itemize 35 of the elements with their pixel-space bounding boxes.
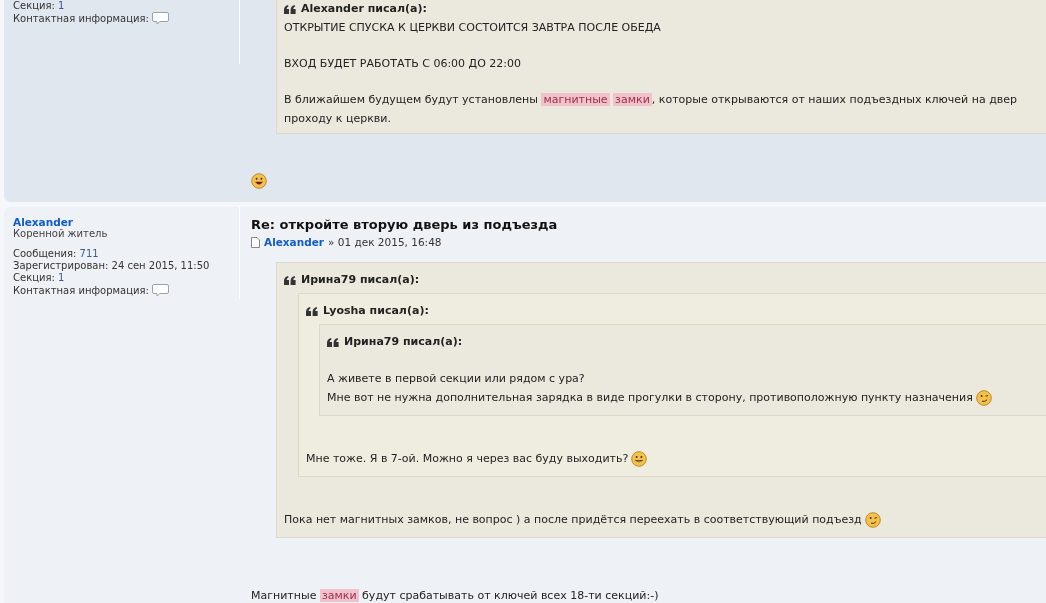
profile-field: Сообщения: 711: [13, 248, 99, 260]
post-paragraph: В ближайшем будущем будут установлены магнитные замки , которые открываются от наших подъездных ключей на двер: [284, 92, 1018, 108]
quote-icon: [284, 4, 296, 14]
smiley-icon: [251, 172, 267, 189]
quote-icon: [306, 306, 318, 316]
post-date: » 01 дек 2015, 16:48: [328, 236, 442, 248]
post-paragraph: ОТКРЫТИЕ СПУСКА К ЦЕРКВИ СОСТОИТСЯ ЗАВТРА ПОСЛЕ ОБЕДА: [284, 20, 661, 36]
post-paragraph: проходу к церкви.: [284, 111, 391, 127]
quote-author: Ирина79 писал(а):: [344, 334, 463, 350]
profile-field-label: Контактная информация:: [13, 284, 149, 297]
post-paragraph: Пока нет магнитных замков, не вопрос ) а после придётся переехать в соответствующий подъезд: [284, 512, 862, 528]
quote-author: Lyosha писал(а):: [323, 303, 429, 319]
quote-author: Ирина79 писал(а):: [301, 272, 420, 288]
profile-field: Секция: 1: [13, 272, 65, 284]
speech-bubble-icon[interactable]: [151, 284, 169, 297]
quote-icon: [284, 275, 296, 285]
winking-smiley-icon: [864, 511, 881, 528]
post-text: Магнитные замки будут срабатывать от ключей всех 18-ти секций:-): [251, 588, 659, 603]
user-rank: Коренной житель: [13, 228, 109, 240]
post-title: Re: откройте вторую дверь из подъезда: [251, 216, 559, 233]
winking-smiley-icon: [975, 389, 992, 406]
username-link[interactable]: Alexander: [13, 216, 231, 228]
post-paragraph: А живете в первой секции или рядом с ура?: [327, 371, 585, 387]
document-icon[interactable]: [251, 236, 260, 248]
author-link[interactable]: Alexander: [264, 236, 324, 248]
post-paragraph: Мне тоже. Я в 7-ой. Можно я через вас буду выходить?: [306, 451, 629, 467]
smiley-icon: [631, 450, 648, 467]
quote-icon: [327, 337, 339, 347]
post-paragraph: Мне вот не нужна дополнительная зарядка в виде прогулки в сторону, противоположную пункту назначения: [327, 390, 973, 406]
post-paragraph: ВХОД БУДЕТ РАБОТАТЬ С 06:00 ДО 22:00: [284, 56, 522, 72]
profile-field: Секция: 1: [13, 0, 65, 12]
profile-field: Зарегистрирован: 24 сен 2015, 11:50: [13, 260, 210, 272]
quote-author: Alexander писал(а):: [301, 1, 427, 17]
speech-bubble-icon[interactable]: [151, 12, 169, 25]
profile-field-label: Контактная информация:: [13, 12, 149, 25]
